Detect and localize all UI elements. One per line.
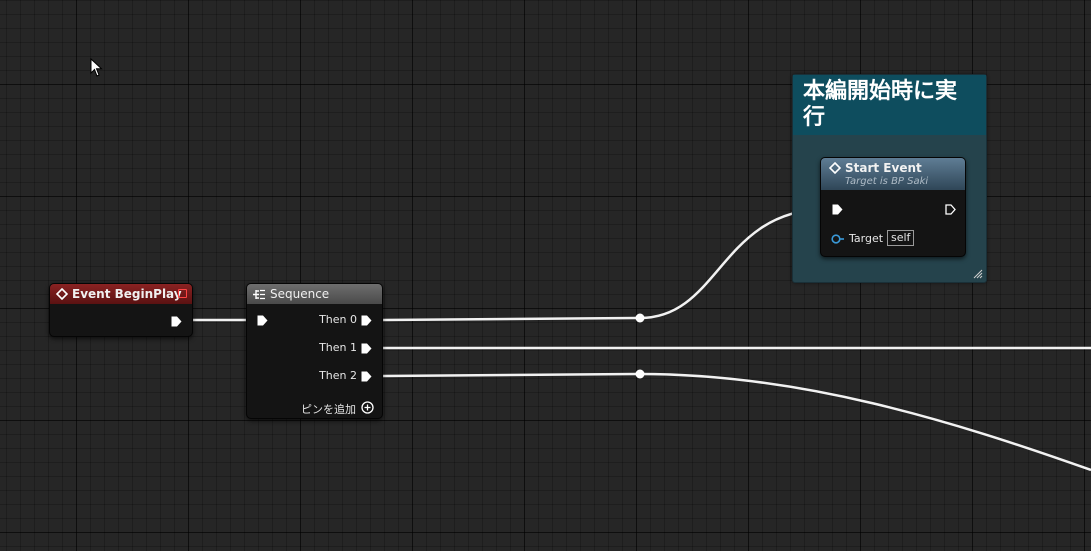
then-2-pin-icon[interactable] [361,371,372,382]
resize-handle-icon[interactable] [973,269,983,279]
target-value-field[interactable]: self [887,230,915,246]
event-beginplay-node[interactable]: Event BeginPlay [49,283,193,337]
event-diamond-icon [56,288,68,300]
then-1-pin-icon[interactable] [361,343,372,354]
event-beginplay-header: Event BeginPlay [50,284,192,304]
sequence-header: Sequence [247,284,382,304]
exec-out-pin-icon[interactable] [171,316,182,327]
add-pin-plus-icon[interactable] [361,401,374,414]
comment-title[interactable]: 本編開始時に実行 [793,75,986,135]
start-event-title: Start Event [845,161,922,175]
function-diamond-icon [829,162,841,174]
mouse-cursor-icon [90,58,103,77]
sequence-node[interactable]: Sequence Then 0 Then 1 Then 2 ピンを追加 [246,283,383,419]
start-event-header: Start Event Target is BP Saki [821,158,965,190]
start-event-subtitle: Target is BP Saki [845,176,929,187]
sequence-icon [253,289,265,299]
exec-in-pin-icon[interactable] [257,315,268,326]
then-1-label: Then 1 [319,341,357,354]
exec-out-pin-icon[interactable] [945,204,956,215]
add-pin-label[interactable]: ピンを追加 [301,401,356,417]
target-pin-icon[interactable] [831,234,845,244]
then-0-pin-icon[interactable] [361,315,372,326]
event-beginplay-title: Event BeginPlay [72,287,182,301]
delegate-pin-icon[interactable] [178,289,187,298]
exec-in-pin-icon[interactable] [832,204,843,215]
target-label: Target [849,232,884,245]
start-event-node[interactable]: Start Event Target is BP Saki Target sel… [820,157,966,257]
then-2-label: Then 2 [319,369,357,382]
sequence-title: Sequence [270,287,330,301]
then-0-label: Then 0 [319,313,357,326]
